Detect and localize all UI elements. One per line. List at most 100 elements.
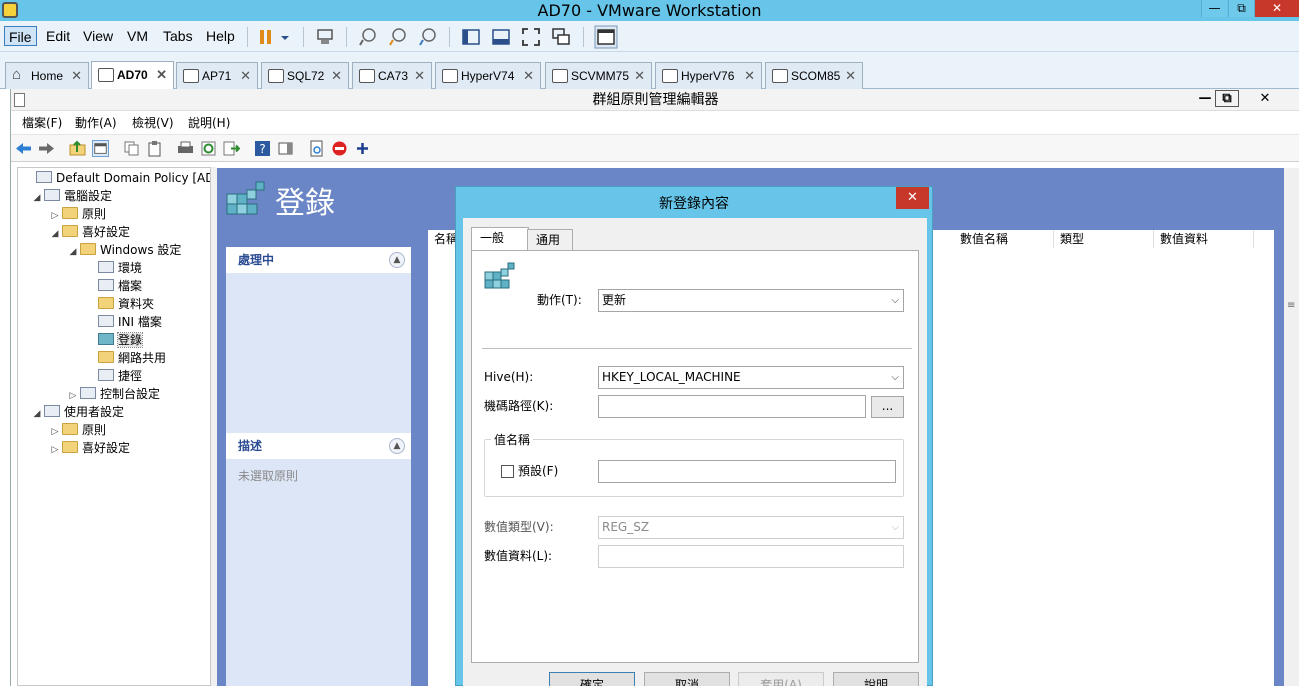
menu-file[interactable]: File	[4, 26, 37, 46]
gpme-restore-button[interactable]: ⧉	[1215, 90, 1239, 107]
expand-toggle-icon[interactable]: ◢	[48, 225, 62, 243]
menu-help[interactable]: 說明(H)	[188, 114, 230, 131]
column-value-data[interactable]: 數值資料	[1154, 230, 1254, 248]
tab-ad70[interactable]: AD70 ✕	[91, 61, 174, 90]
close-icon[interactable]: ✕	[414, 63, 425, 89]
minimize-button[interactable]: —	[1201, 0, 1227, 17]
tree-item[interactable]: ▷ 喜好設定	[48, 439, 130, 457]
ok-button[interactable]: 確定	[549, 672, 635, 686]
hive-dropdown[interactable]: HKEY_LOCAL_MACHINE ⌵	[598, 366, 904, 389]
tree-item[interactable]: 檔案	[84, 277, 142, 295]
tab-hyperv74[interactable]: HyperV74 ✕	[435, 62, 541, 89]
tree-item[interactable]: 網路共用	[84, 349, 166, 367]
menu-edit[interactable]: Edit	[42, 26, 74, 46]
default-checkbox[interactable]	[501, 465, 514, 478]
menu-action[interactable]: 動作(A)	[75, 114, 117, 131]
revert-snapshot-icon[interactable]	[388, 27, 408, 47]
tree-item[interactable]: ▷ 原則	[48, 421, 106, 439]
close-icon[interactable]: ✕	[71, 63, 82, 89]
forward-icon[interactable]	[38, 140, 55, 157]
collapse-icon[interactable]: ▲	[389, 438, 405, 454]
show-hide-console-tree-icon[interactable]	[92, 140, 109, 157]
unity-icon[interactable]	[551, 27, 571, 47]
tab-ap71[interactable]: AP71 ✕	[176, 62, 258, 89]
paste-icon[interactable]	[146, 140, 163, 157]
value-data-input[interactable]	[598, 545, 904, 568]
copy-icon[interactable]	[123, 140, 140, 157]
description-card-header[interactable]: 描述 ▲	[226, 433, 411, 459]
thumbnail-bar-icon[interactable]	[491, 27, 511, 47]
up-folder-icon[interactable]	[69, 140, 86, 157]
close-button[interactable]: ✕	[1254, 0, 1299, 17]
stop-icon[interactable]	[331, 140, 348, 157]
expand-toggle-icon[interactable]: ◢	[66, 243, 80, 261]
collapse-icon[interactable]: ▲	[389, 252, 405, 268]
dropdown-icon[interactable]	[278, 27, 292, 47]
tab-common[interactable]: 通用	[527, 229, 573, 251]
expand-toggle-icon[interactable]: ◢	[30, 189, 44, 207]
close-icon[interactable]: ✕	[331, 63, 342, 89]
close-icon[interactable]: ✕	[240, 63, 251, 89]
fullscreen-icon[interactable]	[521, 27, 541, 47]
console-view-icon[interactable]	[594, 25, 618, 49]
processing-card-header[interactable]: 處理中 ▲	[226, 247, 411, 273]
menu-view[interactable]: 檢視(V)	[132, 114, 174, 131]
menu-tabs[interactable]: Tabs	[159, 26, 197, 46]
tree-item[interactable]: ◢ 喜好設定	[48, 223, 130, 241]
library-icon[interactable]	[461, 27, 481, 47]
tree-item[interactable]: ◢ 電腦設定	[30, 187, 112, 205]
tree-item[interactable]: ▷ 控制台設定	[66, 385, 160, 403]
value-type-dropdown[interactable]: REG_SZ ⌵	[598, 516, 904, 539]
menu-help[interactable]: Help	[202, 26, 239, 46]
tab-sql72[interactable]: SQL72 ✕	[261, 62, 349, 89]
column-type[interactable]: 類型	[1054, 230, 1154, 248]
tree-item[interactable]: ◢ Windows 設定	[66, 241, 181, 259]
expand-toggle-icon[interactable]: ◢	[30, 405, 44, 423]
tree-item[interactable]: ◢ 使用者設定	[30, 403, 124, 421]
action-dropdown[interactable]: 更新 ⌵	[598, 289, 904, 312]
browse-button[interactable]: ...	[871, 396, 904, 418]
print-icon[interactable]	[177, 140, 194, 157]
menu-file[interactable]: 檔案(F)	[22, 114, 62, 131]
back-icon[interactable]	[15, 140, 32, 157]
key-path-input[interactable]	[598, 395, 866, 418]
tree-item[interactable]: Default Domain Policy [AD70.	[22, 169, 210, 187]
close-icon[interactable]: ✕	[156, 62, 167, 88]
cancel-button[interactable]: 取消	[644, 672, 730, 686]
close-icon[interactable]: ✕	[634, 63, 645, 89]
tab-home[interactable]: ⌂ Home ✕	[5, 62, 89, 89]
expand-toggle-icon[interactable]: ▷	[48, 441, 62, 459]
menu-vm[interactable]: VM	[123, 26, 152, 46]
close-icon[interactable]: ✕	[523, 63, 534, 89]
help-button[interactable]: 說明	[833, 672, 919, 686]
help-icon[interactable]: ?	[254, 140, 271, 157]
vertical-scrollbar[interactable]: ≡	[1284, 168, 1299, 686]
close-icon[interactable]: ✕	[744, 63, 755, 89]
close-icon[interactable]: ✕	[845, 63, 856, 89]
add-icon[interactable]	[354, 140, 371, 157]
tree-item[interactable]: 捷徑	[84, 367, 142, 385]
tab-scvmm75[interactable]: SCVMM75 ✕	[545, 62, 652, 89]
snapshot-icon[interactable]	[358, 27, 378, 47]
tab-scom85[interactable]: SCOM85 ✕	[765, 62, 863, 89]
column-value-name[interactable]: 數值名稱	[954, 230, 1054, 248]
menu-view[interactable]: View	[79, 26, 117, 46]
tab-general[interactable]: 一般	[471, 227, 529, 251]
tree-item[interactable]: INI 檔案	[84, 313, 162, 331]
dialog-close-button[interactable]: ✕	[896, 187, 929, 209]
show-hide-action-pane-icon[interactable]	[277, 140, 294, 157]
tab-hyperv76[interactable]: HyperV76 ✕	[655, 62, 762, 89]
tree-item[interactable]: 登錄	[84, 331, 144, 349]
console-tree[interactable]: Default Domain Policy [AD70.◢電腦設定▷原則◢喜好設…	[17, 167, 211, 686]
pause-icon[interactable]	[256, 27, 276, 47]
send-ctrl-alt-del-icon[interactable]	[315, 27, 335, 47]
tree-item[interactable]: ▷ 原則	[48, 205, 106, 223]
refresh-icon[interactable]	[200, 140, 217, 157]
value-name-input[interactable]	[598, 460, 896, 483]
export-list-icon[interactable]	[223, 140, 240, 157]
tree-item[interactable]: 資料夾	[84, 295, 154, 313]
properties-icon[interactable]	[308, 140, 325, 157]
tree-item[interactable]: 環境	[84, 259, 142, 277]
snapshot-manager-icon[interactable]	[418, 27, 438, 47]
restore-button[interactable]: ⧉	[1228, 0, 1254, 17]
